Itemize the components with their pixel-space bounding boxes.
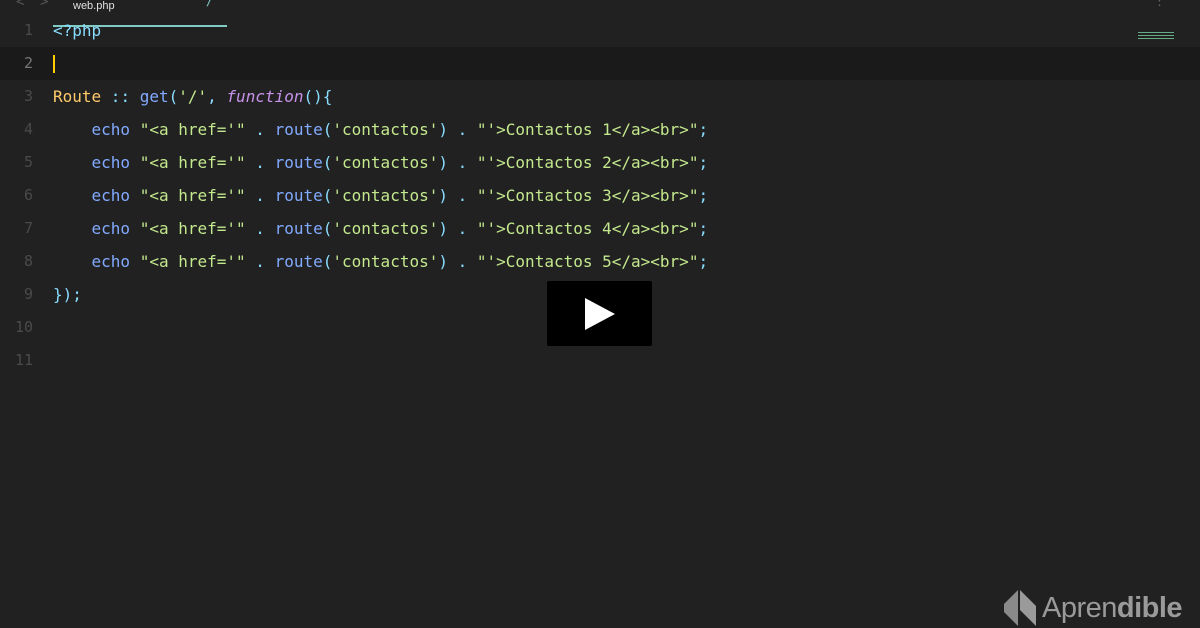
code-line[interactable]: 1 <?php xyxy=(0,14,1200,47)
code-token: echo xyxy=(53,120,140,139)
play-button[interactable] xyxy=(547,281,652,346)
code-token: route xyxy=(274,219,323,238)
code-token: get xyxy=(139,87,169,106)
code-text: echo "<a href='" . route('contactos') . … xyxy=(53,245,709,278)
edit-icon: / xyxy=(206,0,214,8)
code-line[interactable]: 8 echo "<a href='" . route('contactos') … xyxy=(0,245,1200,278)
aprendible-logo: Aprendible xyxy=(1004,590,1183,626)
code-token: Route xyxy=(53,87,102,106)
code-token: , xyxy=(207,87,227,106)
code-token: "<a href='" xyxy=(139,153,246,172)
code-token: ) . xyxy=(438,120,477,139)
code-token: ; xyxy=(698,186,709,205)
code-token: ( xyxy=(322,252,333,271)
more-icon[interactable]: ⋮ xyxy=(1153,0,1166,9)
code-token: . xyxy=(245,153,275,172)
code-token: . xyxy=(245,252,275,271)
line-number: 10 xyxy=(14,318,33,336)
code-token: (){ xyxy=(303,87,333,106)
code-token: "'>Contactos 5</a><br>" xyxy=(476,252,699,271)
logo-mark-icon xyxy=(1004,590,1036,626)
code-token: ) . xyxy=(438,186,477,205)
code-token: '/' xyxy=(178,87,208,106)
code-token: 'contactos' xyxy=(332,153,439,172)
code-line[interactable]: 3 Route :: get('/', function(){ xyxy=(0,80,1200,113)
code-token: <?php xyxy=(53,21,102,40)
line-number: 2 xyxy=(23,54,33,72)
code-token: }); xyxy=(53,285,82,304)
code-line[interactable]: 11 xyxy=(0,344,1200,377)
code-text: <?php xyxy=(53,14,101,47)
code-token: ( xyxy=(322,219,333,238)
code-token: ) . xyxy=(438,252,477,271)
code-token: 'contactos' xyxy=(332,252,439,271)
line-number: 5 xyxy=(23,153,33,171)
code-token: ( xyxy=(322,153,333,172)
code-token: 'contactos' xyxy=(332,219,439,238)
code-token: ; xyxy=(698,120,709,139)
line-number: 4 xyxy=(23,120,33,138)
play-icon xyxy=(585,298,615,330)
code-text: }); xyxy=(53,278,82,311)
code-token: route xyxy=(274,153,323,172)
logo-text-bold: dible xyxy=(1116,591,1183,624)
line-number: 11 xyxy=(14,351,33,369)
line-number: 1 xyxy=(23,21,33,39)
code-text: echo "<a href='" . route('contactos') . … xyxy=(53,212,709,245)
code-line[interactable]: 4 echo "<a href='" . route('contactos') … xyxy=(0,113,1200,146)
code-token: . xyxy=(245,186,275,205)
code-token: ; xyxy=(698,252,709,271)
forward-icon[interactable]: > xyxy=(40,0,48,10)
code-token: ; xyxy=(698,153,709,172)
back-icon[interactable]: < xyxy=(16,0,24,10)
code-token: "'>Contactos 2</a><br>" xyxy=(476,153,699,172)
code-token: 'contactos' xyxy=(332,186,439,205)
code-token: route xyxy=(274,120,323,139)
code-token: ) . xyxy=(438,153,477,172)
tab-bar: < > web.php / ⋮ xyxy=(0,0,1200,14)
line-number: 9 xyxy=(23,285,33,303)
code-line[interactable]: 2 xyxy=(0,47,1200,80)
line-number: 7 xyxy=(23,219,33,237)
code-line[interactable]: 7 echo "<a href='" . route('contactos') … xyxy=(0,212,1200,245)
code-text: echo "<a href='" . route('contactos') . … xyxy=(53,113,709,146)
code-line[interactable]: 6 echo "<a href='" . route('contactos') … xyxy=(0,179,1200,212)
code-token: echo xyxy=(53,186,140,205)
logo-text-light: Apren xyxy=(1042,591,1117,624)
code-token: "<a href='" xyxy=(139,186,246,205)
code-token: 'contactos' xyxy=(332,120,439,139)
code-text: Route :: get('/', function(){ xyxy=(53,80,332,113)
code-token: "'>Contactos 4</a><br>" xyxy=(476,219,699,238)
code-token: function xyxy=(226,87,304,106)
line-number: 3 xyxy=(23,87,33,105)
code-token: . xyxy=(245,120,275,139)
tab-web-php[interactable]: web.php xyxy=(73,0,115,12)
code-token: ( xyxy=(322,120,333,139)
code-token: route xyxy=(274,252,323,271)
code-text: echo "<a href='" . route('contactos') . … xyxy=(53,146,709,179)
code-token: ( xyxy=(322,186,333,205)
code-token: "<a href='" xyxy=(139,252,246,271)
code-token: "<a href='" xyxy=(139,219,246,238)
code-token: ( xyxy=(168,87,179,106)
code-token: "<a href='" xyxy=(139,120,246,139)
line-number: 6 xyxy=(23,186,33,204)
code-token: echo xyxy=(53,252,140,271)
code-token: ) . xyxy=(438,219,477,238)
code-token: echo xyxy=(53,219,140,238)
line-number: 8 xyxy=(23,252,33,270)
code-token: "'>Contactos 3</a><br>" xyxy=(476,186,699,205)
code-token: route xyxy=(274,186,323,205)
code-text: echo "<a href='" . route('contactos') . … xyxy=(53,179,709,212)
code-line[interactable]: 5 echo "<a href='" . route('contactos') … xyxy=(0,146,1200,179)
code-token: . xyxy=(245,219,275,238)
text-cursor xyxy=(53,55,55,73)
code-token: echo xyxy=(53,153,140,172)
code-token: ; xyxy=(698,219,709,238)
code-token: :: xyxy=(101,87,140,106)
code-token: "'>Contactos 1</a><br>" xyxy=(476,120,699,139)
